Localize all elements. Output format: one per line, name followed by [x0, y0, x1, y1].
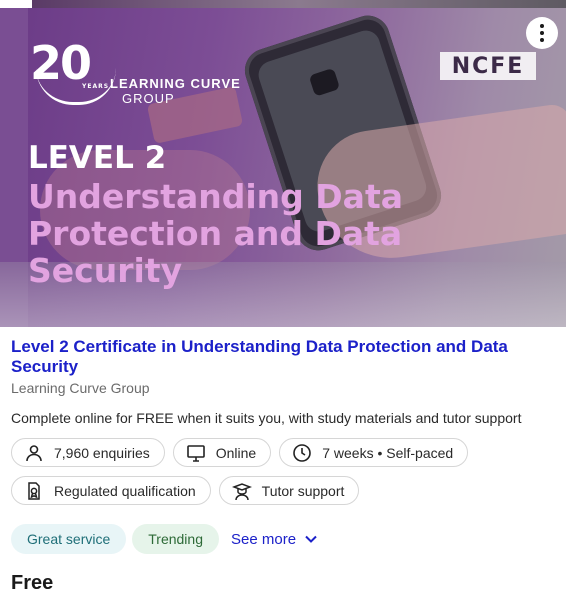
qualification-chip: Regulated qualification — [11, 476, 211, 505]
banner-headline: Understanding Data Protection and Data S… — [28, 177, 403, 290]
duration-chip: 7 weeks • Self-paced — [279, 438, 469, 467]
clock-icon — [293, 443, 312, 462]
course-price: Free — [11, 572, 54, 594]
provider-name: Learning Curve Group — [11, 380, 150, 396]
great-service-badge: Great service — [11, 524, 127, 554]
person-icon — [26, 444, 42, 461]
logo-group: GROUP — [122, 91, 175, 106]
see-more-button[interactable]: See more — [231, 531, 318, 548]
course-banner-image[interactable]: 20 YEARS LEARNING CURVE GROUP NCFE LEVEL… — [0, 0, 566, 327]
logo-name: LEARNING CURVE — [110, 76, 241, 91]
course-attributes-2: Regulated qualification Tutor support — [11, 476, 360, 505]
delivery-chip: Online — [172, 438, 272, 467]
ncfe-logo: NCFE — [440, 52, 536, 80]
course-title-link[interactable]: Level 2 Certificate in Understanding Dat… — [11, 337, 551, 377]
course-attributes: 7,960 enquiries Online 7 weeks • Self-pa… — [11, 438, 469, 467]
course-description: Complete online for FREE when it suits y… — [11, 410, 522, 426]
tutor-chip: Tutor support — [218, 476, 360, 505]
course-card: 20 YEARS LEARNING CURVE GROUP NCFE LEVEL… — [0, 0, 568, 609]
provider-logo: 20 YEARS LEARNING CURVE GROUP — [30, 36, 241, 106]
certificate-icon — [28, 481, 40, 500]
banner-level-text: LEVEL 2 — [28, 140, 167, 176]
trending-badge: Trending — [132, 524, 219, 554]
monitor-icon — [186, 444, 205, 462]
more-options-button[interactable] — [526, 17, 558, 49]
banner-top-strip-photo — [32, 0, 566, 8]
chevron-down-icon — [305, 535, 317, 543]
tutor-icon — [231, 482, 252, 500]
enquiries-chip: 7,960 enquiries — [11, 438, 165, 467]
more-vertical-icon — [540, 24, 544, 42]
course-tags: Great service Trending See more — [11, 524, 318, 554]
